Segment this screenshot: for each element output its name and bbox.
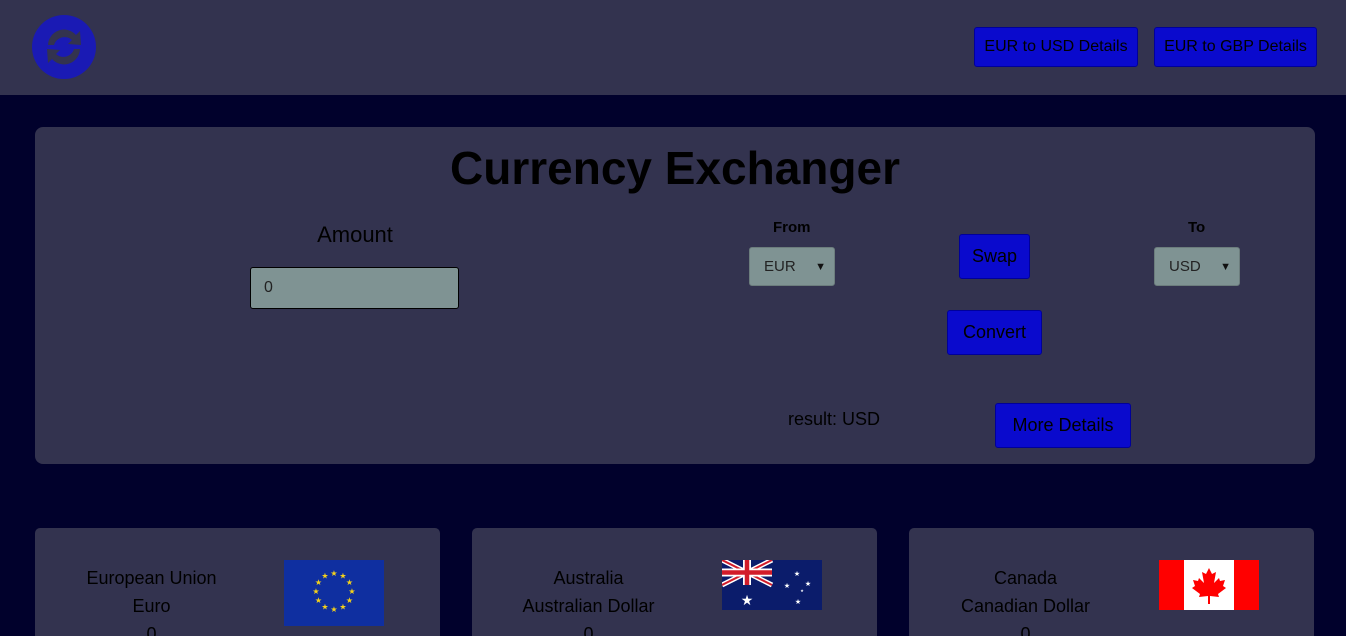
eu-flag-icon: ★ ★★ ★★★ ★★★ ★★★ [284,560,384,626]
refresh-arrows-icon[interactable] [32,15,96,79]
svg-text:★: ★ [800,588,804,593]
eur-to-usd-details-button[interactable]: EUR to USD Details [974,27,1138,67]
from-currency-value: EUR [764,258,796,275]
amount-input[interactable] [250,267,459,309]
card-country: Canada [993,568,1058,588]
more-details-button[interactable]: More Details [995,403,1131,448]
svg-text:★: ★ [330,605,337,614]
svg-text:★: ★ [794,570,800,578]
svg-text:★: ★ [348,587,355,596]
to-currency-value: USD [1169,258,1201,275]
svg-text:★: ★ [805,580,811,588]
to-currency-select[interactable]: USD ▼ [1154,247,1240,286]
svg-text:★: ★ [330,569,337,578]
eur-to-gbp-details-button[interactable]: EUR to GBP Details [1154,27,1317,67]
svg-text:★: ★ [321,603,328,612]
svg-text:★: ★ [339,603,346,612]
svg-text:★: ★ [315,596,322,605]
card-value: 0 [583,624,594,636]
result-text: result: USD [788,409,881,429]
card-value: 0 [1020,624,1031,636]
from-label: From [773,219,811,236]
card-text: Australia Australian Dollar 0 [506,564,671,636]
convert-button[interactable]: Convert [947,310,1042,355]
card-country: European Union [86,568,217,588]
from-currency-select[interactable]: EUR ▼ [749,247,835,286]
card-text: Canada Canadian Dollar 0 [943,564,1108,636]
australia-flag-icon: ★ ★ ★ ★ ★ ★ [722,560,822,610]
canada-flag-icon [1159,560,1259,610]
svg-text:★: ★ [346,578,353,587]
card-country: Australia [553,568,624,588]
card-currency: Canadian Dollar [960,596,1091,616]
swap-button[interactable]: Swap [959,234,1030,279]
card-text: European Union Euro 0 [69,564,234,636]
card-currency: Euro [132,596,171,616]
amount-label: Amount [317,222,393,247]
svg-text:★: ★ [312,587,319,596]
svg-text:★: ★ [346,596,353,605]
chevron-down-icon: ▼ [1220,261,1231,273]
currency-card-australia: Australia Australian Dollar 0 ★ ★ ★ ★ ★ … [472,528,877,636]
svg-text:★: ★ [795,598,801,606]
svg-text:★: ★ [784,582,790,590]
chevron-down-icon: ▼ [815,261,826,273]
card-value: 0 [146,624,157,636]
currency-card-eu: European Union Euro 0 ★ ★ ★ ★ ★ ★ ★ ★ ★ ★ ★ ★ [35,528,440,636]
svg-text:★: ★ [321,572,328,581]
to-label: To [1188,219,1206,236]
navbar: EUR to USD Details EUR to GBP Details [0,0,1346,95]
card-currency: Australian Dollar [522,596,655,616]
currency-card-canada: Canada Canadian Dollar 0 [909,528,1314,636]
page-title: Currency Exchanger [450,142,900,194]
exchanger-panel: Currency Exchanger Amount From EUR ▼ To … [35,127,1315,464]
svg-text:★: ★ [741,593,754,609]
